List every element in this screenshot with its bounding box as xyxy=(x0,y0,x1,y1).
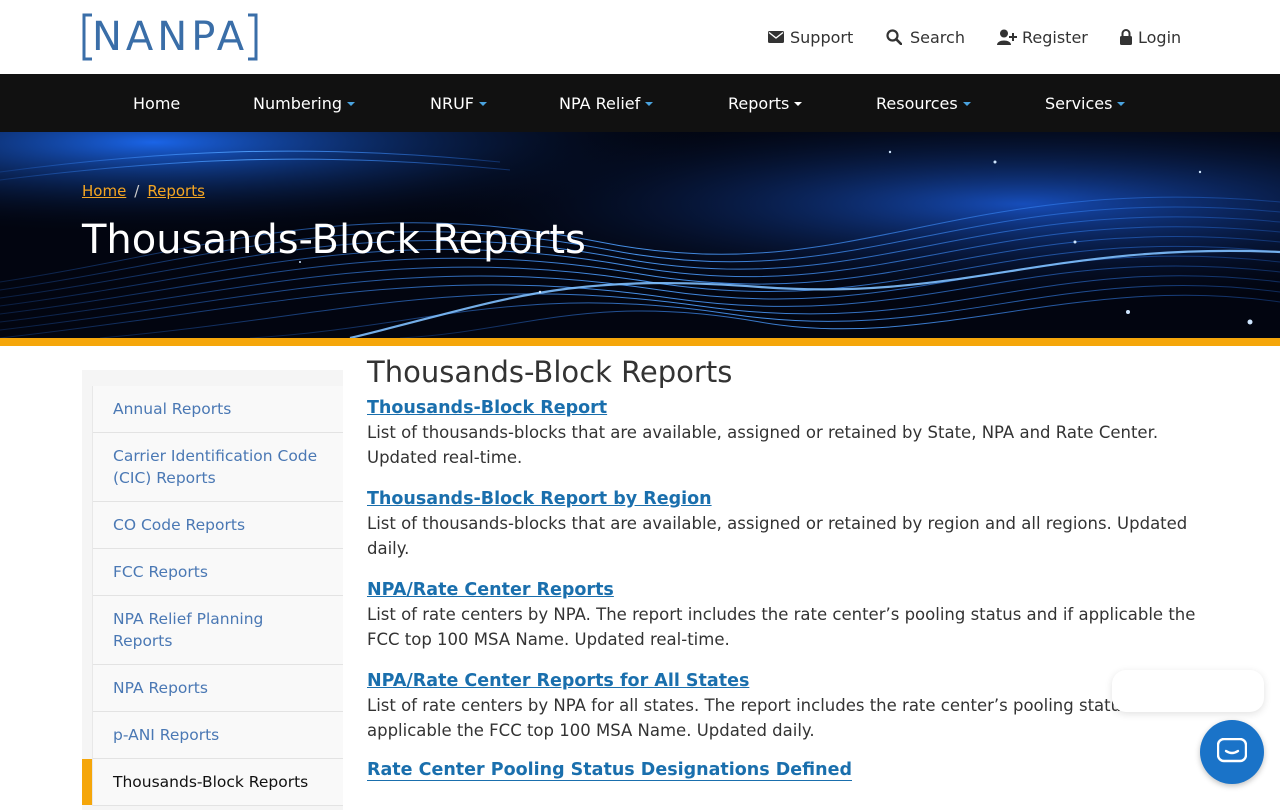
breadcrumb-separator: / xyxy=(134,182,140,200)
sidebar-menu: Annual Reports Carrier Identification Co… xyxy=(82,386,343,806)
nav-nruf[interactable]: NRUF xyxy=(430,74,487,132)
support-link[interactable]: Support xyxy=(768,0,853,74)
chevron-down-icon xyxy=(794,101,803,106)
chevron-down-icon xyxy=(962,101,971,106)
report-description: List of rate centers by NPA for all stat… xyxy=(367,696,1182,740)
thousands-block-report-link[interactable]: Thousands-Block Report xyxy=(367,396,607,420)
nav-resources-label: Resources xyxy=(876,93,958,113)
sidebar-item-thousands-block-reports[interactable]: Thousands-Block Reports xyxy=(82,759,343,806)
nav-resources[interactable]: Resources xyxy=(876,74,971,132)
report-entry: NPA/Rate Center Reports for All States L… xyxy=(367,660,1207,743)
sidebar-item-co-code-reports[interactable]: CO Code Reports xyxy=(93,502,343,549)
page-heading: Thousands-Block Reports xyxy=(367,355,733,389)
hero-banner: Home / Reports Thousands-Block Reports xyxy=(0,132,1280,338)
sidebar-item-npa-reports[interactable]: NPA Reports xyxy=(93,665,343,712)
nav-reports[interactable]: Reports xyxy=(728,74,803,132)
site-header: NANPA Support Search Register Login xyxy=(0,0,1280,74)
nav-nruf-label: NRUF xyxy=(430,93,474,113)
report-description: List of thousands-blocks that are availa… xyxy=(367,423,1159,467)
nav-npa-relief[interactable]: NPA Relief xyxy=(559,74,654,132)
nav-npa-relief-label: NPA Relief xyxy=(559,93,641,113)
report-entry: NPA/Rate Center Reports List of rate cen… xyxy=(367,569,1207,652)
sidebar-item-cic-reports[interactable]: Carrier Identification Code (CIC) Report… xyxy=(93,433,343,502)
nav-services[interactable]: Services xyxy=(1045,74,1126,132)
lock-icon xyxy=(1120,29,1132,45)
report-description: List of thousands-blocks that are availa… xyxy=(367,514,1188,558)
accent-divider xyxy=(0,338,1280,346)
chat-launcher-button[interactable] xyxy=(1200,720,1264,784)
report-entry: Thousands-Block Report by Region List of… xyxy=(367,478,1207,561)
user-plus-icon xyxy=(997,29,1017,45)
report-description: List of rate centers by NPA. The report … xyxy=(367,605,1196,649)
chat-icon xyxy=(1217,738,1247,763)
register-label: Register xyxy=(1022,27,1088,47)
login-label: Login xyxy=(1138,27,1182,47)
nav-services-label: Services xyxy=(1045,93,1113,113)
login-link[interactable]: Login xyxy=(1119,0,1181,74)
search-label: Search xyxy=(910,27,965,47)
envelope-icon xyxy=(768,31,784,43)
hero-title: Thousands-Block Reports xyxy=(82,217,586,263)
logo-text: NANPA xyxy=(92,14,249,60)
nav-home[interactable]: Home xyxy=(133,74,180,132)
sidebar: Annual Reports Carrier Identification Co… xyxy=(82,370,343,810)
npa-rate-center-reports-link[interactable]: NPA/Rate Center Reports xyxy=(367,578,614,602)
main-content: Thousands-Block Reports Thousands-Block … xyxy=(367,354,1207,789)
register-link[interactable]: Register xyxy=(997,0,1088,74)
sidebar-item-fcc-reports[interactable]: FCC Reports xyxy=(93,549,343,596)
sidebar-item-p-ani-reports[interactable]: p-ANI Reports xyxy=(93,712,343,759)
chevron-down-icon xyxy=(347,101,356,106)
sidebar-item-npa-relief-planning-reports[interactable]: NPA Relief Planning Reports xyxy=(93,596,343,665)
nanpa-logo[interactable]: NANPA xyxy=(82,13,258,61)
breadcrumb-reports[interactable]: Reports xyxy=(147,182,205,200)
main-nav: Home Numbering NRUF NPA Relief Reports R… xyxy=(0,74,1280,132)
sidebar-item-annual-reports[interactable]: Annual Reports xyxy=(93,386,343,433)
rate-center-pooling-status-link[interactable]: Rate Center Pooling Status Designations … xyxy=(367,760,852,781)
breadcrumb-home[interactable]: Home xyxy=(82,182,126,200)
search-link[interactable]: Search xyxy=(886,0,965,74)
support-label: Support xyxy=(790,27,854,47)
breadcrumb: Home / Reports xyxy=(82,182,205,200)
thousands-block-report-by-region-link[interactable]: Thousands-Block Report by Region xyxy=(367,487,712,511)
nav-numbering-label: Numbering xyxy=(253,93,343,113)
nav-home-label: Home xyxy=(133,93,181,113)
nav-reports-label: Reports xyxy=(728,93,790,113)
chevron-down-icon xyxy=(1117,101,1126,106)
chevron-down-icon xyxy=(645,101,654,106)
chat-preview-bubble[interactable] xyxy=(1112,670,1264,712)
report-entry: Thousands-Block Report List of thousands… xyxy=(367,390,1207,470)
chevron-down-icon xyxy=(479,101,487,106)
npa-rate-center-reports-all-states-link[interactable]: NPA/Rate Center Reports for All States xyxy=(367,669,749,693)
search-icon xyxy=(886,29,902,45)
nav-numbering[interactable]: Numbering xyxy=(253,74,356,132)
report-entry: Rate Center Pooling Status Designations … xyxy=(367,751,1207,781)
